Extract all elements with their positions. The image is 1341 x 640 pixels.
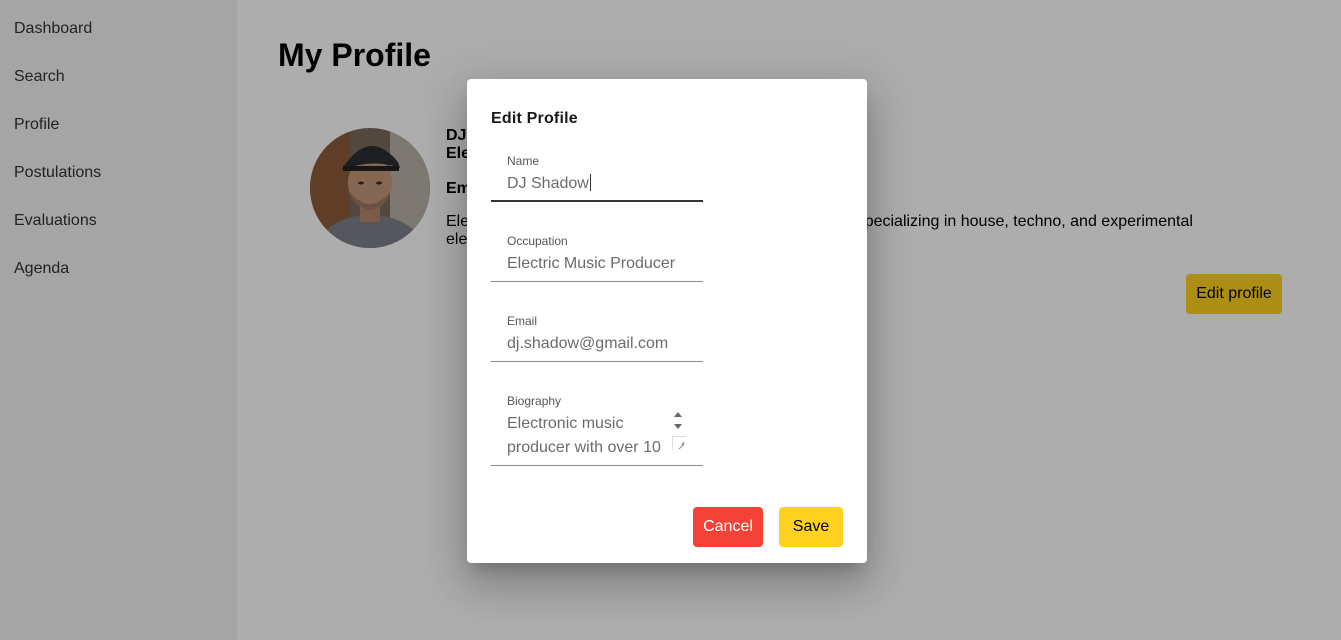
save-button[interactable]: Save [779,507,843,547]
name-field[interactable]: Name DJ Shadow [491,154,703,202]
app-root: Dashboard Search Profile Postulations Ev… [0,0,1341,640]
name-underline [491,200,703,202]
scroll-up-icon[interactable] [674,412,682,417]
email-input[interactable]: dj.shadow@gmail.com [507,332,687,356]
occupation-label: Occupation [507,234,568,248]
biography-label: Biography [507,394,562,408]
email-label: Email [507,314,538,328]
occupation-underline [491,281,703,282]
biography-textarea[interactable]: Electronic music producer with over 10 [507,412,673,460]
email-underline [491,361,703,362]
biography-field[interactable]: Biography Electronic music producer with… [491,394,703,466]
occupation-input[interactable]: Electric Music Producer [507,252,687,276]
email-field[interactable]: Email dj.shadow@gmail.com [491,314,703,362]
name-input[interactable]: DJ Shadow [507,172,687,196]
resize-handle-icon[interactable] [672,436,686,450]
occupation-field[interactable]: Occupation Electric Music Producer [491,234,703,282]
scroll-down-icon[interactable] [674,424,682,429]
text-caret [589,174,591,191]
name-label: Name [507,154,540,168]
cancel-button[interactable]: Cancel [693,507,763,547]
edit-profile-dialog: Edit Profile Name DJ Shadow Occupation E… [467,79,867,563]
name-value: DJ Shadow [507,175,589,192]
dialog-title: Edit Profile [491,110,578,127]
biography-underline [491,465,703,466]
